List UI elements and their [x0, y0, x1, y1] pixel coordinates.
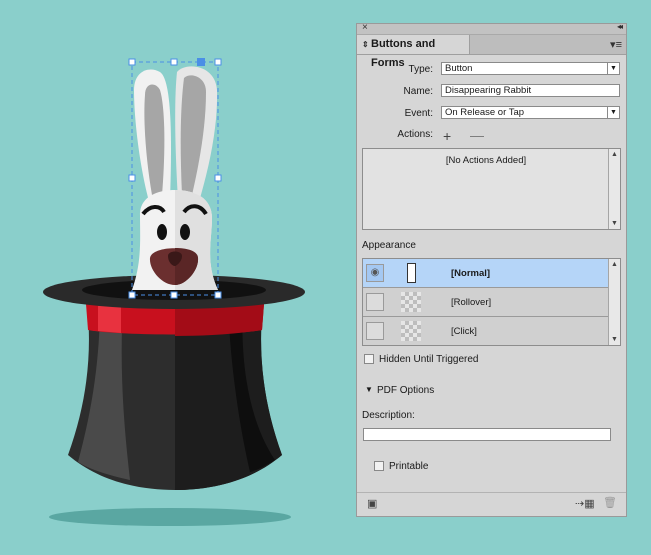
- chevron-down-icon: ▼: [607, 63, 619, 74]
- panel-footer-divider: [357, 492, 626, 493]
- appearance-scrollbar[interactable]: ▲ ▼: [608, 259, 620, 345]
- type-dropdown[interactable]: Button ▼: [441, 62, 620, 75]
- type-label: Type:: [408, 64, 433, 75]
- add-action-icon[interactable]: +: [443, 128, 451, 144]
- hidden-until-triggered-checkbox[interactable]: [364, 354, 374, 364]
- event-label: Event:: [404, 108, 433, 119]
- scroll-down-icon[interactable]: ▼: [611, 220, 618, 227]
- collapse-icon[interactable]: ◂◂: [617, 22, 623, 31]
- state-thumbnail: [407, 263, 416, 283]
- trash-icon[interactable]: 🗑: [603, 496, 617, 509]
- actions-label: Actions:: [397, 129, 433, 140]
- state-name: [Rollover]: [451, 297, 492, 308]
- description-input[interactable]: [363, 428, 611, 441]
- event-value: On Release or Tap: [445, 107, 525, 118]
- state-name: [Click]: [451, 326, 477, 337]
- scroll-down-icon[interactable]: ▼: [611, 336, 618, 343]
- hidden-until-triggered-label: Hidden Until Triggered: [379, 354, 479, 365]
- printable-label: Printable: [389, 461, 429, 472]
- state-thumbnail: [401, 292, 421, 312]
- disclosure-triangle-icon[interactable]: ▼: [365, 385, 373, 394]
- type-value: Button: [445, 63, 473, 74]
- hat-shadow: [49, 508, 291, 526]
- no-actions-text: [No Actions Added]: [445, 155, 527, 166]
- appearance-row-normal[interactable]: ◉ [Normal]: [363, 259, 610, 288]
- state-thumbnail: [401, 321, 421, 341]
- printable-checkbox[interactable]: [374, 461, 384, 471]
- convert-object-icon[interactable]: ⇢▦: [575, 497, 595, 510]
- actions-list[interactable]: [No Actions Added] ▲ ▼: [362, 148, 621, 230]
- name-input[interactable]: Disappearing Rabbit: [441, 84, 620, 97]
- remove-action-icon[interactable]: —: [470, 127, 484, 143]
- chevron-down-icon: ▼: [607, 107, 619, 118]
- event-dropdown[interactable]: On Release or Tap ▼: [441, 106, 620, 119]
- tab-buttons-and-forms[interactable]: ⇕ Buttons and Forms: [357, 35, 470, 69]
- appearance-row-rollover[interactable]: [Rollover]: [363, 288, 610, 317]
- pdf-options-heading[interactable]: PDF Options: [377, 385, 434, 396]
- scroll-up-icon[interactable]: ▲: [611, 151, 618, 158]
- actions-scrollbar[interactable]: ▲ ▼: [608, 149, 620, 229]
- scroll-up-icon[interactable]: ▲: [611, 261, 618, 268]
- preview-icon[interactable]: ▣: [367, 497, 377, 510]
- visibility-toggle[interactable]: [366, 293, 384, 311]
- appearance-heading: Appearance: [362, 240, 416, 251]
- appearance-list: ◉ [Normal] [Rollover] [Click] ▲ ▼: [362, 258, 621, 346]
- appearance-row-click[interactable]: [Click]: [363, 317, 610, 346]
- close-icon[interactable]: ×: [362, 22, 368, 33]
- panel-tab-row: ⇕ Buttons and Forms ▾≡: [357, 35, 626, 69]
- visibility-toggle[interactable]: [366, 322, 384, 340]
- eye-icon[interactable]: ◉: [366, 264, 384, 282]
- name-value: Disappearing Rabbit: [445, 85, 532, 96]
- name-label: Name:: [403, 86, 433, 97]
- description-label: Description:: [362, 410, 415, 421]
- panel-menu-icon[interactable]: ▾≡: [610, 38, 622, 51]
- state-name: [Normal]: [451, 268, 491, 279]
- buttons-and-forms-panel: × ◂◂ ⇕ Buttons and Forms ▾≡ Type: Button…: [356, 22, 627, 517]
- rabbit: [132, 66, 218, 290]
- tab-stepper-icon: ⇕: [362, 40, 369, 49]
- panel-titlebar[interactable]: × ◂◂: [357, 22, 626, 35]
